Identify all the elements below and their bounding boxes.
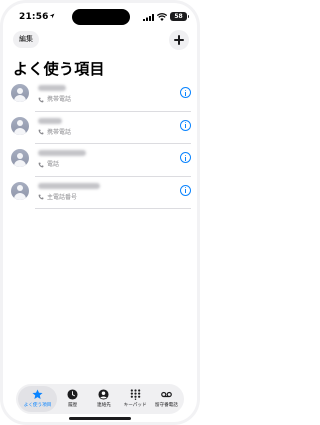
tab-keypad[interactable]: キーパッド	[120, 386, 151, 412]
avatar	[11, 116, 29, 135]
phone-type-label: 携帯電話	[47, 96, 72, 103]
tab-bar: よく使う項目 履歴 連絡先 キーパッド 留守番電話	[16, 384, 184, 414]
phone-frame: 21:56 58 編集 よく使う項目 携帯電話 携帯電話 電話 主電話番号 よく…	[0, 0, 200, 425]
contact-name-redacted	[38, 85, 66, 91]
avatar	[11, 181, 29, 200]
tab-label: よく使う項目	[23, 403, 52, 408]
person-icon	[98, 389, 109, 400]
contact-name-redacted	[38, 182, 100, 189]
edit-button[interactable]: 編集	[13, 31, 39, 48]
tab-label: キーパッド	[123, 403, 147, 408]
status-bar: 21:56 58	[3, 3, 197, 29]
favorite-row[interactable]: 携帯電話	[3, 112, 197, 145]
screen: 21:56 58 編集 よく使う項目 携帯電話 携帯電話 電話 主電話番号 よく…	[3, 3, 197, 422]
wifi-icon	[157, 13, 167, 21]
status-time: 21:56	[19, 12, 49, 22]
add-favorite-button[interactable]	[169, 30, 189, 50]
info-button[interactable]	[180, 184, 191, 196]
tab-contacts[interactable]: 連絡先	[88, 386, 119, 412]
avatar	[11, 84, 29, 102]
phone-icon	[38, 97, 44, 102]
contact-name-redacted	[38, 117, 62, 124]
info-button[interactable]	[180, 119, 191, 131]
avatar	[11, 149, 29, 167]
favorite-row[interactable]: 携帯電話	[3, 79, 197, 112]
contact-name-redacted	[38, 150, 86, 156]
star-icon	[32, 389, 43, 399]
phone-type-label: 携帯電話	[47, 128, 72, 136]
keypad-icon	[130, 389, 140, 400]
phone-type-label: 主電話番号	[47, 193, 78, 201]
location-arrow-icon	[49, 13, 55, 19]
phone-icon	[38, 194, 44, 200]
home-indicator[interactable]	[69, 417, 131, 420]
tab-favorites[interactable]: よく使う項目	[18, 386, 58, 412]
tab-label: 履歴	[68, 403, 78, 408]
tab-voicemail[interactable]: 留守番電話	[151, 386, 182, 412]
phone-icon	[38, 162, 44, 167]
page-title: よく使う項目	[13, 60, 105, 78]
tab-label: 留守番電話	[154, 403, 178, 408]
cellular-signal-icon	[143, 14, 154, 21]
tab-recents[interactable]: 履歴	[57, 386, 88, 412]
favorite-row[interactable]: 電話	[3, 144, 197, 177]
phone-icon	[38, 129, 44, 135]
dynamic-island	[72, 9, 130, 25]
voicemail-icon	[160, 391, 172, 398]
clock-icon	[67, 389, 78, 400]
tab-label: 連絡先	[97, 403, 111, 408]
phone-type-label: 電話	[47, 161, 60, 168]
info-button[interactable]	[180, 152, 191, 163]
battery-icon: 58	[170, 12, 189, 21]
favorites-list: 携帯電話 携帯電話 電話 主電話番号	[3, 79, 197, 209]
info-button[interactable]	[180, 87, 191, 98]
favorite-row[interactable]: 主電話番号	[3, 177, 197, 210]
